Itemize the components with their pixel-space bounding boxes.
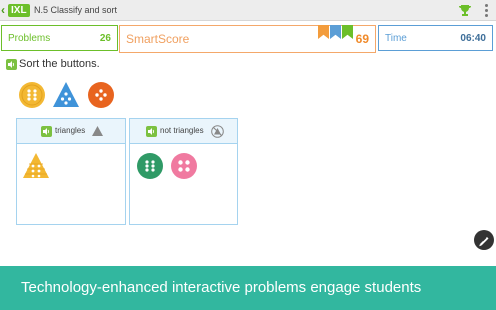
problems-value: 26 (99, 33, 111, 44)
achievement-ribbons (318, 25, 354, 40)
speaker-icon[interactable] (41, 126, 52, 137)
skill-breadcrumb: N.5 Classify and sort (34, 5, 118, 15)
bin-not-triangles-label: not triangles (160, 126, 204, 135)
promo-banner-text: Technology-enhanced interactive problems… (21, 279, 422, 296)
problems-counter: Problems 26 (1, 25, 118, 51)
overflow-menu-icon[interactable] (481, 3, 491, 17)
button-orange-circle[interactable] (87, 81, 115, 109)
smartscore-label: SmartScore (126, 32, 190, 46)
ribbon-blue (330, 25, 341, 39)
ixl-logo: IXL (8, 4, 30, 17)
trophy-icon[interactable] (458, 3, 472, 17)
bin-triangles[interactable]: triangles (16, 118, 126, 225)
sorted-button-green-circle[interactable] (136, 152, 164, 180)
bin-not-triangles[interactable]: not triangles (129, 118, 238, 225)
pencil-icon[interactable] (474, 230, 494, 250)
promo-banner: Technology-enhanced interactive problems… (0, 266, 496, 310)
problems-label: Problems (8, 33, 51, 44)
button-yellow-circle[interactable] (18, 81, 46, 109)
speaker-icon[interactable] (6, 59, 17, 70)
sorted-button-yellow-triangle[interactable] (22, 152, 50, 180)
sorted-button-pink-circle[interactable] (169, 152, 199, 180)
bin-triangles-header: triangles (17, 119, 125, 144)
app-top-bar: ‹ IXL N.5 Classify and sort (0, 0, 496, 21)
not-triangle-icon (211, 125, 224, 138)
ribbon-green (342, 25, 353, 39)
speaker-icon[interactable] (146, 126, 157, 137)
instruction-text: Sort the buttons. (19, 58, 100, 70)
button-blue-triangle[interactable] (52, 81, 80, 109)
smartscore-panel: SmartScore 69 (119, 25, 376, 53)
time-panel: Time 06:40 (378, 25, 493, 51)
triangle-icon (92, 126, 103, 136)
time-label: Time (385, 33, 407, 44)
bin-not-triangles-header: not triangles (130, 119, 237, 144)
smartscore-value: 69 (355, 32, 369, 46)
bin-triangles-label: triangles (55, 126, 86, 135)
ribbon-orange (318, 25, 329, 39)
time-value: 06:40 (460, 33, 486, 44)
